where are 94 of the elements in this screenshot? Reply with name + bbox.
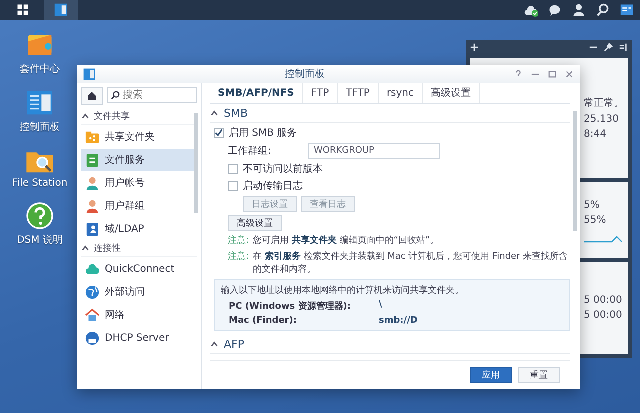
address-intro: 输入以下地址以使用本地网络中的计算机来访问共享文件夹。 [221, 284, 465, 297]
status-value: 8:44 [584, 129, 608, 140]
note-text: 您可启用 共享文件夹 编辑页面中的“回收站”。 [253, 234, 440, 247]
usage-reading: 55% [584, 215, 606, 226]
home-button[interactable] [81, 87, 103, 105]
widget-panel-icon[interactable] [620, 3, 634, 17]
address-value: smb://D [379, 316, 419, 326]
address-label: Mac (Finder): [229, 316, 298, 326]
sidebar-item-label: 网络 [105, 309, 125, 322]
folder-share-icon [85, 130, 100, 144]
status-text: 常正常。 [584, 96, 625, 110]
checkbox[interactable] [214, 128, 224, 138]
tab[interactable]: TFTP [338, 83, 379, 103]
sidebar-item[interactable]: 文件服务 [81, 149, 197, 171]
sidebar-item-label: QuickConnect [105, 264, 175, 274]
user-icon [85, 176, 100, 190]
control-panel-icon [54, 3, 68, 17]
sidebar-item[interactable]: 外部访问 [81, 281, 197, 303]
question-mark-icon[interactable] [24, 201, 55, 231]
note-label: 注意: [228, 250, 250, 264]
close-icon[interactable] [565, 70, 574, 78]
sidebar-item[interactable]: QuickConnect [81, 258, 197, 280]
checkbox[interactable] [228, 181, 238, 191]
note-label: 注意: [228, 234, 250, 247]
tab[interactable]: FTP [303, 83, 338, 103]
desktop-icon-label[interactable]: 控制面板 [20, 120, 60, 134]
sidebar-item[interactable]: 共享文件夹 [81, 126, 197, 148]
globe-icon [85, 284, 100, 300]
section-title[interactable]: SMB [224, 106, 248, 120]
sidebar-item-label: 文件服务 [105, 154, 145, 167]
sidebar-item-label: 域/LDAP [105, 222, 144, 236]
expand-chevron-icon[interactable] [81, 112, 90, 121]
collapse-chevron-icon[interactable] [210, 340, 219, 348]
checkbox-label: 不可访问以前版本 [243, 162, 323, 176]
checkbox-label: 启用 SMB 服务 [229, 126, 298, 140]
grid-icon [16, 3, 30, 17]
desktop-icon-label[interactable]: DSM 说明 [17, 233, 63, 247]
desktop-icon-label[interactable]: File Station [12, 178, 68, 189]
workgroup-field[interactable]: WORKGROUP [308, 143, 440, 159]
checkbox[interactable] [228, 164, 238, 174]
apply-button[interactable]: 应用 [470, 367, 512, 383]
maximize-icon[interactable] [548, 70, 557, 78]
house-icon [85, 308, 100, 322]
address-label: PC (Windows 资源管理器): [229, 300, 352, 313]
user-icon[interactable] [572, 3, 586, 17]
window-title: 控制面板 [284, 68, 326, 81]
pin-icon[interactable] [604, 42, 613, 52]
status-value: 25.130 [584, 114, 620, 125]
sidebar-item-label: 用户帐号 [105, 176, 145, 190]
sidebar-item[interactable]: 用户群组 [81, 195, 197, 217]
sidebar-section-label[interactable]: 文件共享 [94, 110, 130, 123]
sidebar-item-label: 用户群组 [105, 200, 145, 213]
field-label: 工作群组: [228, 145, 272, 158]
sidebar-item-label: 共享文件夹 [105, 130, 155, 144]
search-icon[interactable] [596, 3, 610, 17]
schedule-time: 5 00:00 [584, 295, 624, 306]
cloud-icon [85, 262, 100, 276]
address-book-icon [85, 222, 100, 236]
collapse-panel-icon[interactable] [619, 42, 628, 52]
sidebar-item[interactable]: 用户帐号 [81, 172, 197, 194]
scrollbar[interactable] [573, 111, 577, 231]
home-icon [87, 91, 97, 101]
usage-reading: 5% [584, 200, 600, 211]
taskbar-app-button[interactable] [44, 0, 78, 20]
desktop-icon-label[interactable]: 套件中心 [20, 62, 60, 76]
collapse-chevron-icon[interactable] [210, 108, 219, 118]
add-icon[interactable] [470, 42, 479, 52]
search-field[interactable]: 搜索 [107, 87, 197, 103]
sidebar-item-label: DHCP Server [105, 332, 170, 344]
search-icon [111, 91, 120, 100]
schedule-time: 5 00:00 [584, 310, 624, 321]
checkbox-label: 启动传输日志 [243, 180, 303, 193]
sidebar-item-label: 外部访问 [105, 286, 145, 299]
reset-button[interactable]: 重置 [518, 367, 560, 383]
control-panel-icon [83, 68, 96, 80]
tab[interactable]: 高级设置 [423, 83, 480, 103]
tab[interactable]: SMB/AFP/NFS [210, 83, 304, 103]
sidebar-item[interactable]: 域/LDAP [81, 218, 197, 240]
users-icon [85, 198, 100, 214]
advanced-settings-button[interactable]: 高级设置 [228, 215, 282, 231]
address-value: \ [379, 300, 384, 312]
file-exchange-icon [85, 152, 100, 168]
sidebar-item[interactable]: 网络 [81, 304, 197, 326]
scrollbar[interactable] [194, 113, 198, 213]
note-text: 在 索引服务 检索文件夹并装载到 Mac 计算机后，您可使用 Finder 来查找所含的文件和内容。 [253, 250, 570, 276]
chat-bubble-icon[interactable] [548, 3, 562, 17]
sidebar-section-label[interactable]: 连接性 [94, 242, 121, 255]
server-icon [85, 330, 100, 346]
sidebar-item[interactable]: DHCP Server [81, 327, 197, 349]
tab[interactable]: rsync [378, 83, 424, 103]
section-title[interactable]: AFP [224, 338, 244, 350]
cloud-check-icon[interactable] [524, 3, 538, 17]
expand-chevron-icon[interactable] [81, 244, 90, 253]
help-icon[interactable] [514, 70, 523, 78]
